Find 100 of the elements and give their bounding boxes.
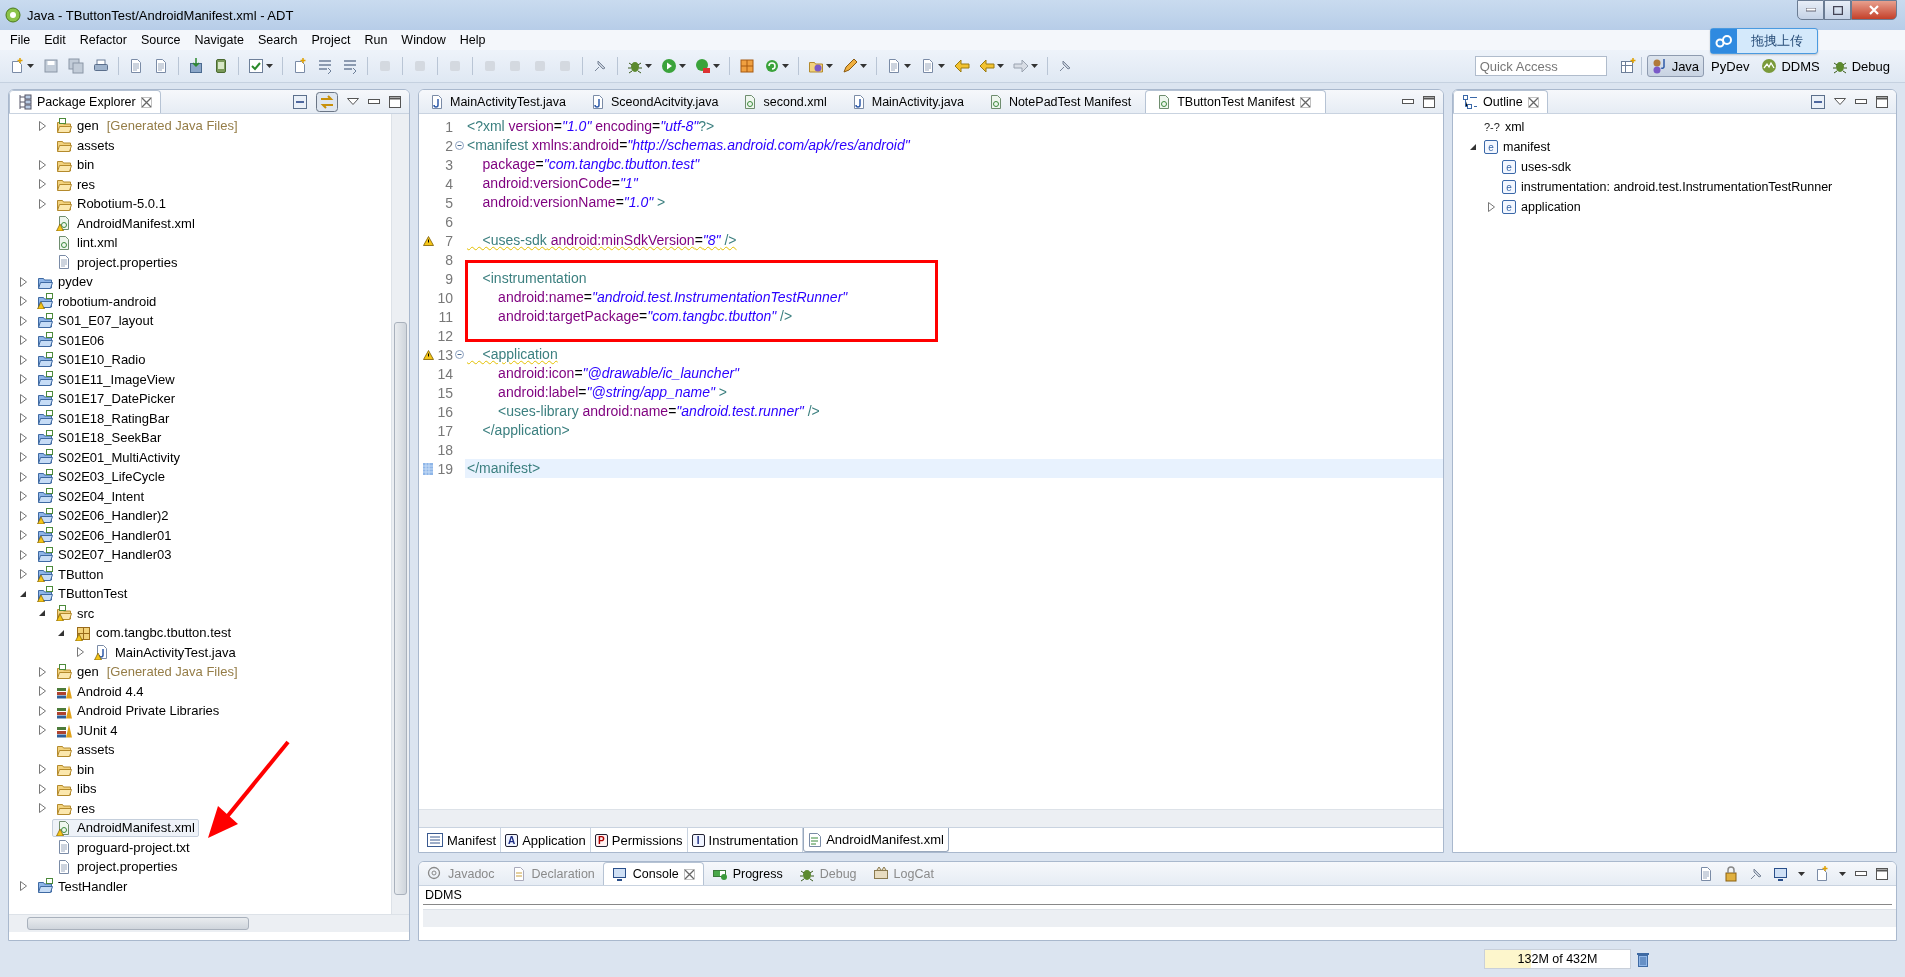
tree-item[interactable]: robotium-android — [33, 292, 161, 311]
vertical-scrollbar[interactable] — [391, 114, 409, 914]
tree-item[interactable]: S01E11_ImageView — [33, 370, 179, 389]
tree-item[interactable]: proguard-project.txt — [52, 838, 194, 857]
menu-item[interactable]: Run — [357, 31, 395, 49]
horizontal-scrollbar[interactable] — [419, 809, 1443, 827]
dropdown-caret-icon[interactable] — [1031, 64, 1038, 68]
menu-item[interactable]: Window — [394, 31, 453, 49]
minimize-icon[interactable] — [1402, 98, 1414, 105]
collapsed-arrow-icon[interactable] — [19, 452, 27, 463]
menu-item[interactable]: Edit — [37, 31, 73, 49]
phone-icon[interactable] — [213, 58, 229, 74]
editor-tab[interactable]: TButtonTest Manifest — [1145, 90, 1326, 113]
maximize-icon[interactable] — [389, 95, 401, 108]
collapsed-arrow-icon[interactable] — [19, 432, 27, 443]
dropdown-caret-icon[interactable] — [782, 64, 789, 68]
open-perspective-icon[interactable] — [1619, 58, 1636, 74]
tree-item[interactable]: S01E10_Radio — [33, 350, 150, 369]
tree-item[interactable]: project.properties — [52, 253, 182, 272]
collapsed-arrow-icon[interactable] — [38, 198, 46, 209]
view-tab[interactable]: Progress — [703, 862, 791, 885]
minimize-icon[interactable] — [1855, 870, 1867, 877]
horizontal-scrollbar[interactable] — [423, 909, 1896, 927]
collapsed-arrow-icon[interactable] — [38, 666, 46, 677]
fold-icon[interactable] — [454, 141, 464, 150]
minimize-button[interactable] — [1797, 0, 1824, 20]
dropdown-caret-icon[interactable] — [645, 64, 652, 68]
minimize-icon[interactable] — [368, 98, 380, 105]
heap-status[interactable]: 132M of 432M — [1484, 949, 1631, 969]
document-icon[interactable] — [153, 58, 169, 74]
list-icon[interactable] — [342, 58, 358, 74]
pin-icon[interactable] — [1057, 58, 1073, 74]
collapsed-arrow-icon[interactable] — [19, 881, 27, 892]
collapsed-arrow-icon[interactable] — [19, 510, 27, 521]
close-icon[interactable] — [1299, 96, 1311, 108]
page-tab[interactable]: A Application — [501, 828, 591, 852]
menu-item[interactable]: Project — [304, 31, 358, 49]
maximize-icon[interactable] — [1876, 95, 1888, 108]
tree-item[interactable]: S02E06_Handler01 — [33, 526, 176, 545]
menu-item[interactable]: File — [3, 31, 38, 49]
view-menu-icon[interactable] — [1834, 98, 1846, 105]
collapsed-arrow-icon[interactable] — [19, 549, 27, 560]
outline-item[interactable]: xml — [1504, 120, 1525, 134]
collapsed-arrow-icon[interactable] — [19, 413, 27, 424]
download-icon[interactable] — [188, 58, 204, 74]
collapsed-arrow-icon[interactable] — [19, 335, 27, 346]
new-console-icon[interactable] — [1814, 865, 1830, 882]
document-icon[interactable] — [128, 58, 144, 74]
tree-item[interactable]: gen — [52, 662, 103, 681]
tree-item[interactable]: S02E06_Handler)2 — [33, 506, 173, 525]
editor-tab[interactable]: SceondAcitvity.java — [580, 90, 733, 113]
tree-item[interactable]: com.tangbc.tbutton.test — [71, 623, 236, 642]
perspective-button[interactable]: Java — [1646, 55, 1705, 77]
tree-item[interactable]: S01E18_SeekBar — [33, 428, 166, 447]
tree-item[interactable]: bin — [52, 155, 99, 174]
tree-item[interactable]: src — [52, 604, 99, 623]
tree-item[interactable]: JUnit 4 — [52, 721, 122, 740]
run-external-icon[interactable] — [695, 58, 711, 74]
dropdown-caret-icon[interactable] — [860, 64, 867, 68]
editor-tab[interactable]: NotePadTest Manifest — [977, 90, 1146, 113]
clear-console-icon[interactable] — [1698, 865, 1714, 882]
collapsed-arrow-icon[interactable] — [38, 159, 46, 170]
collapsed-arrow-icon[interactable] — [76, 647, 84, 658]
outline-item[interactable]: manifest — [1503, 140, 1551, 154]
perspective-button[interactable]: DDMS — [1756, 55, 1825, 77]
tree-item[interactable]: res — [52, 799, 100, 818]
menu-item[interactable]: Navigate — [187, 31, 251, 49]
tree-item[interactable]: Android 4.4 — [52, 682, 148, 701]
tree-item[interactable]: res — [52, 175, 100, 194]
collapsed-arrow-icon[interactable] — [19, 569, 27, 580]
horizontal-scrollbar[interactable] — [9, 914, 409, 932]
editor-tab[interactable]: MainActivityTest.java — [419, 90, 580, 113]
collapsed-arrow-icon[interactable] — [38, 179, 46, 190]
tree-item[interactable]: TButton — [33, 565, 108, 584]
collapsed-arrow-icon[interactable] — [19, 276, 27, 287]
tree-item[interactable]: S01E06 — [33, 331, 109, 350]
perspective-button[interactable]: PyDev — [1706, 55, 1755, 77]
maximize-icon[interactable] — [1423, 95, 1435, 108]
outline-item[interactable]: uses-sdk — [1521, 160, 1572, 174]
tree-item[interactable]: AndroidManifest.xml — [52, 818, 199, 837]
maximize-icon[interactable] — [1876, 867, 1888, 880]
editor-tab[interactable]: MainActivity.java — [840, 90, 978, 113]
dropdown-caret-icon[interactable] — [938, 64, 945, 68]
outline-item[interactable]: application — [1521, 200, 1581, 214]
page-tab[interactable]: P Permissions — [590, 828, 688, 852]
close-button[interactable] — [1851, 0, 1897, 20]
minimize-icon[interactable] — [1855, 98, 1867, 105]
menu-item[interactable]: Help — [452, 31, 493, 49]
printer-icon[interactable] — [93, 58, 109, 74]
collapsed-arrow-icon[interactable] — [38, 725, 46, 736]
collapsed-arrow-icon[interactable] — [19, 354, 27, 365]
page-tab[interactable]: Manifest — [423, 828, 502, 852]
tree-item[interactable]: S02E04_Intent — [33, 487, 149, 506]
checkbox-icon[interactable] — [248, 58, 264, 74]
dropdown-caret-icon[interactable] — [713, 64, 720, 68]
tree-item[interactable]: S01E18_RatingBar — [33, 409, 174, 428]
tree-item[interactable]: MainActivityTest.java — [90, 643, 240, 662]
list-icon[interactable] — [317, 58, 333, 74]
collapsed-arrow-icon[interactable] — [19, 530, 27, 541]
collapsed-arrow-icon[interactable] — [38, 705, 46, 716]
